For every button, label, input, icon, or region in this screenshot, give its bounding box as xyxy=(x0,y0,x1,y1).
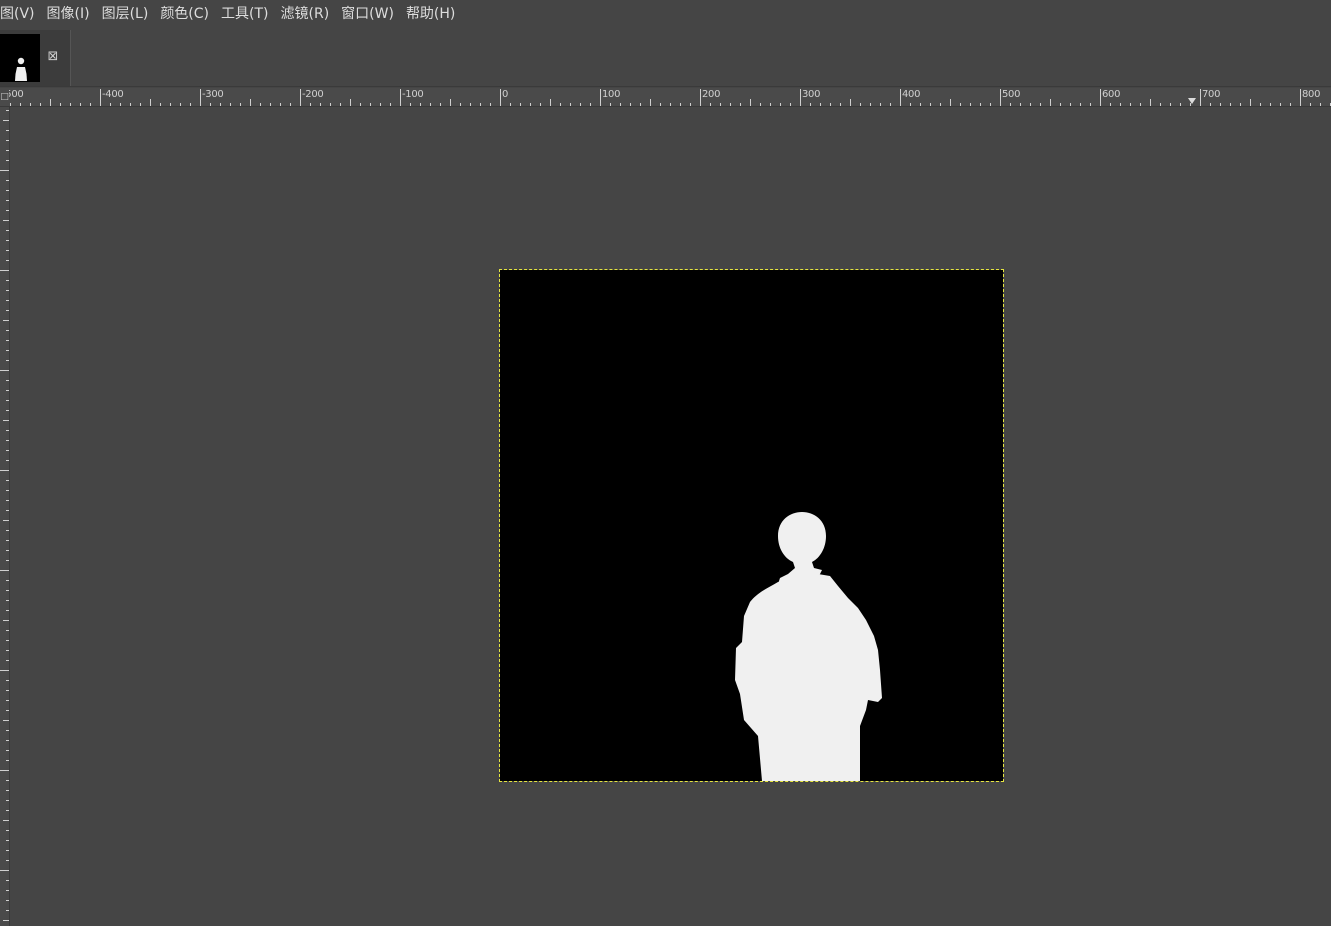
pointer-position-marker-icon xyxy=(1188,98,1196,104)
menu-windows[interactable]: 窗口(W) xyxy=(335,0,400,28)
thumbnail-silhouette-icon xyxy=(0,34,40,82)
ruler-label: 200 xyxy=(702,89,721,100)
ruler-label: 800 xyxy=(1302,89,1321,100)
ruler-label: -400 xyxy=(102,89,124,100)
menu-tools[interactable]: 工具(T) xyxy=(215,0,274,28)
menu-filters[interactable]: 滤镜(R) xyxy=(275,0,336,28)
image-boundary-marquee xyxy=(499,269,1004,782)
menu-colors[interactable]: 颜色(C) xyxy=(154,0,215,28)
ruler-label: -300 xyxy=(202,89,224,100)
menu-image[interactable]: 图像(I) xyxy=(41,0,96,28)
ruler-label: 600 xyxy=(1102,89,1121,100)
close-tab-icon[interactable]: ⊠ xyxy=(46,50,60,64)
horizontal-ruler-ticks xyxy=(0,89,1331,106)
ruler-label: -100 xyxy=(402,89,424,100)
menu-layer[interactable]: 图层(L) xyxy=(96,0,155,28)
ruler-label: 400 xyxy=(902,89,921,100)
ruler-corner-button[interactable]: □ xyxy=(0,88,9,106)
menu-help[interactable]: 帮助(H) xyxy=(400,0,461,28)
image-thumbnail-icon[interactable] xyxy=(0,34,40,82)
vertical-ruler-ticks xyxy=(0,110,9,921)
ruler-label: 0 xyxy=(502,89,509,100)
image-tab-bar: ⊠ xyxy=(0,28,1331,87)
vertical-ruler[interactable] xyxy=(0,107,10,926)
ruler-label: 700 xyxy=(1202,89,1221,100)
ruler-label: 500 xyxy=(1002,89,1021,100)
menubar: 图(V) 图像(I) 图层(L) 颜色(C) 工具(T) 滤镜(R) 窗口(W) 帮助(H) xyxy=(0,0,1331,28)
ruler-label: 300 xyxy=(802,89,821,100)
ruler-label: 100 xyxy=(602,89,621,100)
menu-view[interactable]: 图(V) xyxy=(0,0,41,28)
image-tab[interactable]: ⊠ xyxy=(0,30,71,86)
horizontal-ruler[interactable]: -500 -400 -300 -200 -100 0 100 200 300 400 500 600 7… xyxy=(0,88,1331,107)
ruler-label: -200 xyxy=(302,89,324,100)
